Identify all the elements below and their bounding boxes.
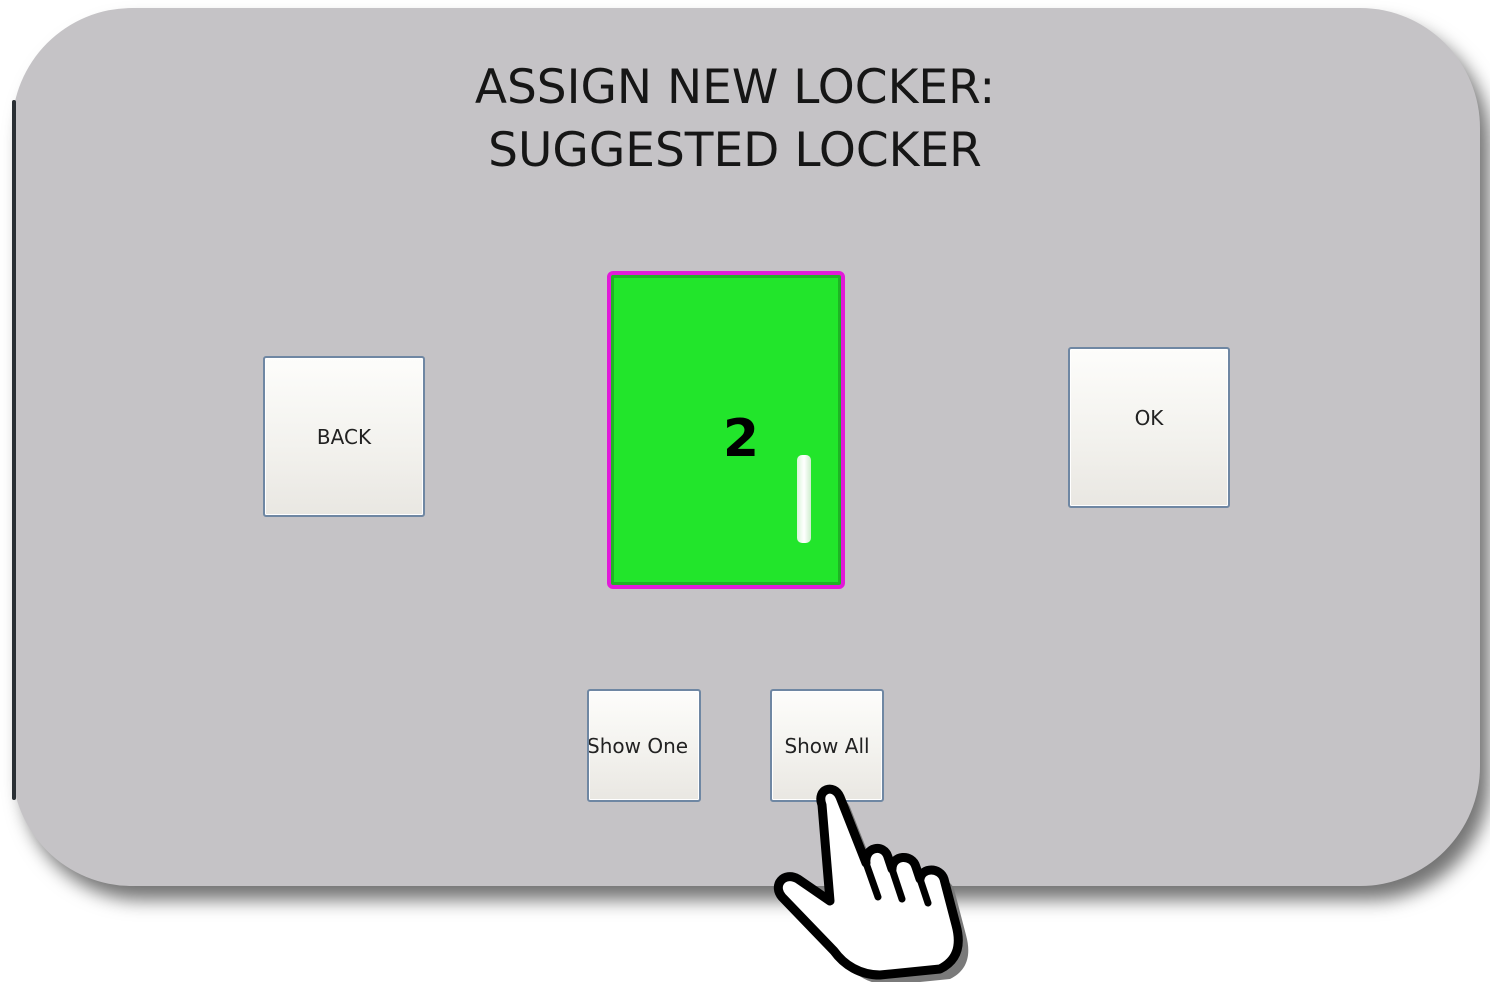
show-one-button[interactable]: Show One xyxy=(587,689,701,802)
back-button-label: BACK xyxy=(316,424,372,449)
suggested-locker[interactable]: 2 xyxy=(607,271,845,589)
show-all-button-label: Show All xyxy=(784,733,870,758)
dialog-title-line1: ASSIGN NEW LOCKER: xyxy=(474,60,996,115)
ok-button[interactable]: OK xyxy=(1068,347,1230,508)
window-edge xyxy=(12,100,16,800)
locker-number: 2 xyxy=(722,409,760,469)
ok-button-label: OK xyxy=(1134,405,1164,430)
pointing-hand-icon xyxy=(773,784,969,982)
show-one-button-label: Show One xyxy=(587,733,689,758)
back-button[interactable]: BACK xyxy=(263,356,425,517)
locker-handle-icon xyxy=(797,455,811,543)
screen: ASSIGN NEW LOCKER: SUGGESTED LOCKER BACK… xyxy=(0,0,1490,982)
dialog-title-line2: SUGGESTED LOCKER xyxy=(488,123,982,178)
